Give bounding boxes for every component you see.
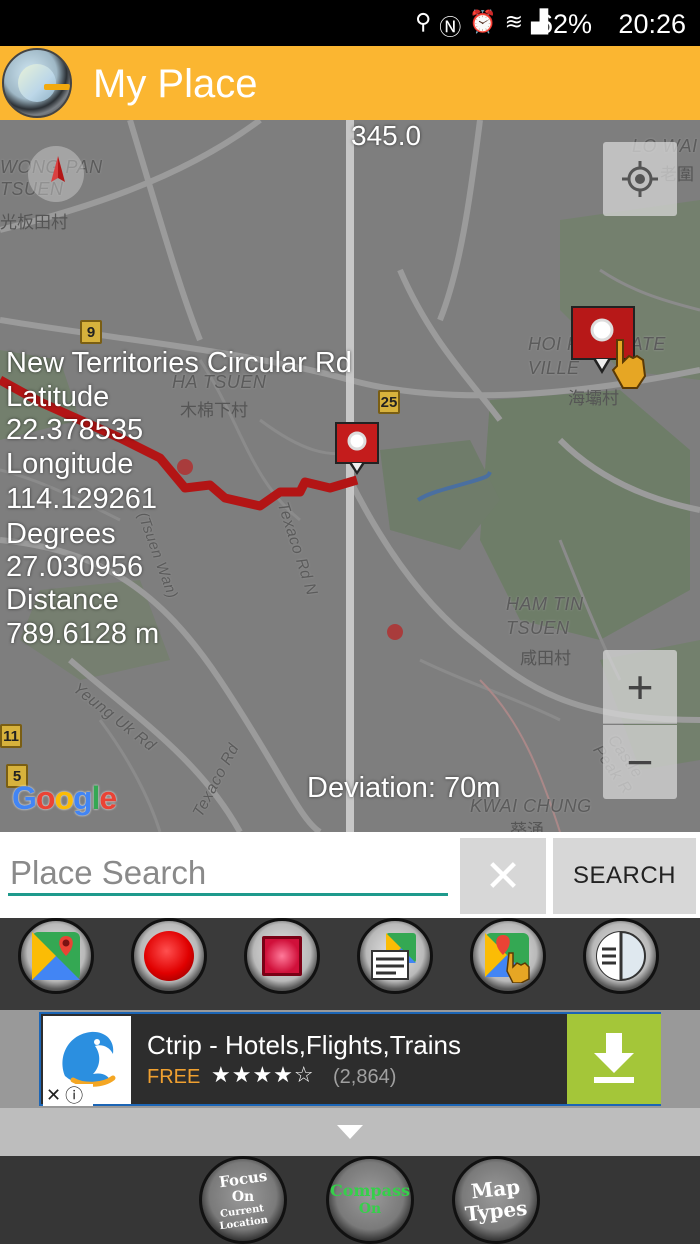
alarm-icon: ⏰ <box>469 10 497 35</box>
crosshair-icon <box>622 161 658 197</box>
half-compass-icon <box>596 931 646 981</box>
route-shield-25: 25 <box>378 390 400 414</box>
wifi-icon: ≋ <box>504 10 524 35</box>
route-shield-11: 11 <box>0 724 22 748</box>
current-location-marker-icon[interactable] <box>335 422 381 483</box>
chevron-down-icon[interactable] <box>335 1123 365 1141</box>
status-icons: ⚲ Ⓝ ⏰ ≋ ▟ <box>415 10 548 42</box>
search-bar: ✕ SEARCH <box>0 832 700 918</box>
distance-value: 789.6128 m <box>6 618 160 650</box>
latitude-value: 22.378535 <box>6 414 144 446</box>
ad-banner[interactable]: Ctrip - Hotels,Flights,Trains FREE ★★★★☆… <box>0 1010 700 1108</box>
google-maps-button[interactable] <box>18 918 94 994</box>
degrees-label: Degrees <box>6 518 116 550</box>
longitude-label: Longitude <box>6 448 134 480</box>
focus-label-line2: On <box>231 1189 255 1205</box>
label-kwai-chung-cjk: 葵涌 <box>510 821 544 832</box>
compass-label-line2: On <box>358 1201 382 1217</box>
battery-level: 62% <box>537 9 592 39</box>
bottom-toolbar: Focus On Current Location Compass On Map… <box>0 1156 700 1244</box>
record-icon <box>144 931 194 981</box>
location-icon: ⚲ <box>415 10 432 35</box>
distance-label: Distance <box>6 584 119 616</box>
info-icon[interactable]: ⓘ <box>65 1082 83 1108</box>
tool-row <box>0 918 700 1010</box>
latitude-label: Latitude <box>6 381 110 413</box>
compass-mode-button[interactable] <box>583 918 659 994</box>
search-button[interactable]: SEARCH <box>553 838 696 914</box>
compass-on-button[interactable]: Compass On <box>326 1156 414 1244</box>
map-list-icon <box>371 933 416 980</box>
place-search-input[interactable] <box>8 852 448 896</box>
compass-north-icon[interactable] <box>28 146 84 202</box>
ad-close-button[interactable]: ✕ ⓘ <box>43 1082 93 1108</box>
google-maps-icon <box>32 932 80 980</box>
focus-current-location-button[interactable]: Focus On Current Location <box>199 1156 287 1244</box>
app-title: My Place <box>93 62 258 106</box>
status-bar: ⚲ Ⓝ ⏰ ≋ ▟ 62% 20:26 <box>0 0 700 46</box>
ad-review-count: (2,864) <box>333 1066 397 1088</box>
route-shield-9: 9 <box>80 320 102 344</box>
label-wong-pan-tsuen-cjk: 光板田村 <box>0 213 68 232</box>
deviation-readout: Deviation: 70m <box>307 772 501 804</box>
focus-label-line3: Current Location <box>218 1203 269 1233</box>
app-logo-icon[interactable] <box>2 48 72 118</box>
place-name: New Territories Circular Rd <box>6 347 352 379</box>
label-ham-tin-tsuen: HAM TIN TSUEN <box>506 594 584 638</box>
my-location-button[interactable] <box>603 142 677 216</box>
ad-rating-stars: ★★★★☆ <box>211 1063 315 1088</box>
longitude-value: 114.129261 <box>6 483 158 515</box>
map-view[interactable]: WONG PAN TSUEN 光板田村 LO WAI 老圍 HOI PA EST… <box>0 120 700 832</box>
clear-search-button[interactable]: ✕ <box>460 838 546 914</box>
map-types-label-line2: Types <box>463 1195 529 1227</box>
panel-toggle-bar[interactable] <box>0 1108 700 1156</box>
app-bar: My Place <box>0 46 700 120</box>
zoom-in-button[interactable]: + <box>603 650 677 724</box>
navigate-button[interactable] <box>470 918 546 994</box>
map-touch-icon <box>485 933 530 983</box>
stop-icon <box>262 936 302 976</box>
map-types-button[interactable]: Map Types <box>452 1156 540 1244</box>
zoom-out-button[interactable]: − <box>603 725 677 799</box>
focus-label-line1: Focus <box>217 1166 269 1192</box>
ad-title[interactable]: Ctrip - Hotels,Flights,Trains <box>147 1030 461 1061</box>
label-ha-tsuen-cjk: 木棉下村 <box>180 401 248 420</box>
bearing-readout: 345.0 <box>351 120 422 151</box>
close-icon[interactable]: ✕ <box>46 1085 61 1106</box>
saved-places-button[interactable] <box>357 918 433 994</box>
google-logo: Google <box>12 780 117 816</box>
destination-marker-icon[interactable] <box>571 306 653 401</box>
stop-button[interactable] <box>244 918 320 994</box>
label-ham-tin-cjk: 咸田村 <box>520 649 571 668</box>
status-time: 20:26 <box>618 9 686 39</box>
nfc-icon: Ⓝ <box>439 16 462 41</box>
ad-download-button[interactable] <box>567 1014 661 1104</box>
download-icon <box>594 1033 634 1083</box>
ad-price: FREE <box>147 1066 201 1088</box>
record-button[interactable] <box>131 918 207 994</box>
compass-label-line1: Compass <box>330 1181 410 1200</box>
degrees-value: 27.030956 <box>6 551 144 583</box>
ad-box[interactable]: Ctrip - Hotels,Flights,Trains FREE ★★★★☆… <box>39 1012 661 1108</box>
